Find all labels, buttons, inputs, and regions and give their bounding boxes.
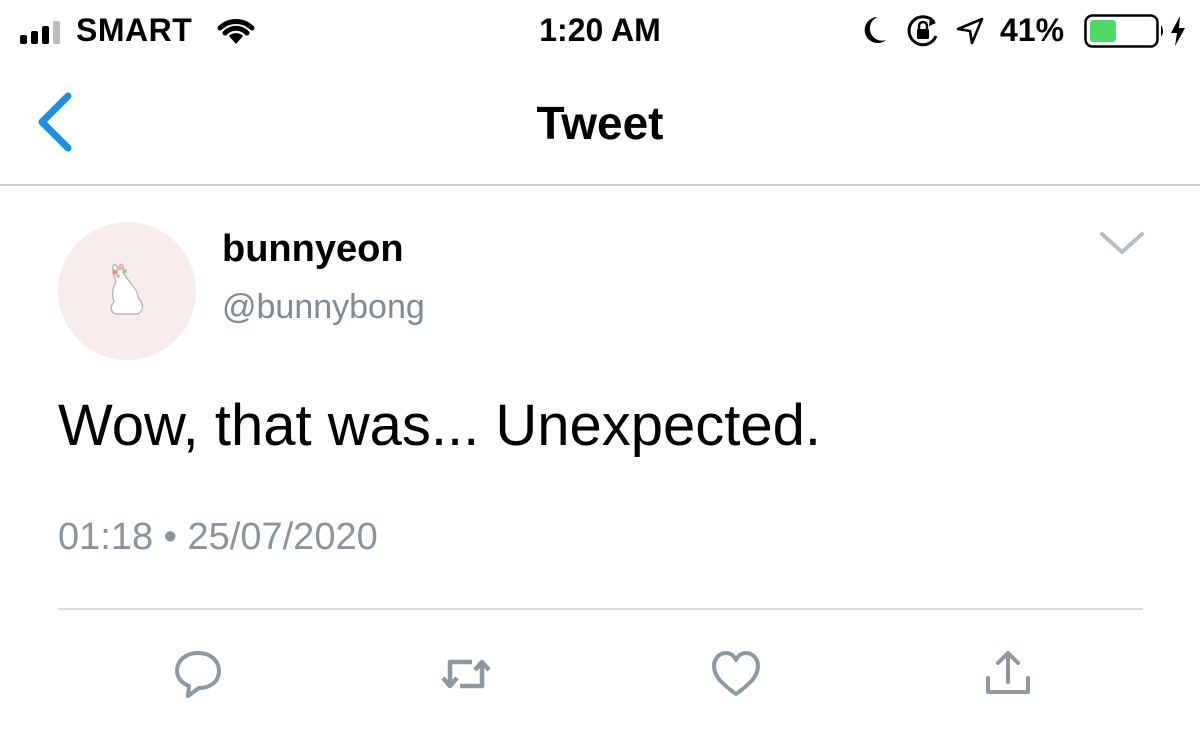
bunny-avatar-icon — [58, 222, 196, 360]
battery-icon — [1084, 14, 1163, 48]
do-not-disturb-moon-icon — [864, 16, 886, 43]
page-title: Tweet — [536, 97, 664, 149]
tweet-time: 01:18 — [58, 516, 154, 558]
avatar[interactable] — [58, 222, 196, 360]
tweet-text: Wow, that was... Unexpected. — [58, 393, 821, 458]
divider — [58, 608, 1143, 610]
share-icon[interactable] — [982, 648, 1034, 700]
like-heart-icon[interactable] — [710, 648, 762, 700]
battery-percentage: 41% — [1000, 12, 1065, 48]
display-name[interactable]: bunnyeon — [222, 228, 404, 271]
meta-separator: • — [163, 516, 177, 558]
tweet-timestamp: 01:18 • 25/07/2020 — [58, 516, 378, 559]
navigation-bar: Tweet — [0, 64, 1200, 186]
chevron-down-icon[interactable] — [1098, 228, 1146, 260]
retweet-icon[interactable] — [440, 648, 492, 700]
rotation-lock-icon — [907, 15, 938, 47]
reply-icon[interactable] — [172, 648, 224, 700]
user-handle[interactable]: @bunnybong — [222, 288, 425, 327]
status-bar: SMART 1:20 AM 41% — [0, 0, 1200, 64]
charging-bolt-icon — [1171, 16, 1185, 46]
tweet-date: 25/07/2020 — [187, 516, 378, 558]
location-arrow-icon — [956, 17, 984, 45]
